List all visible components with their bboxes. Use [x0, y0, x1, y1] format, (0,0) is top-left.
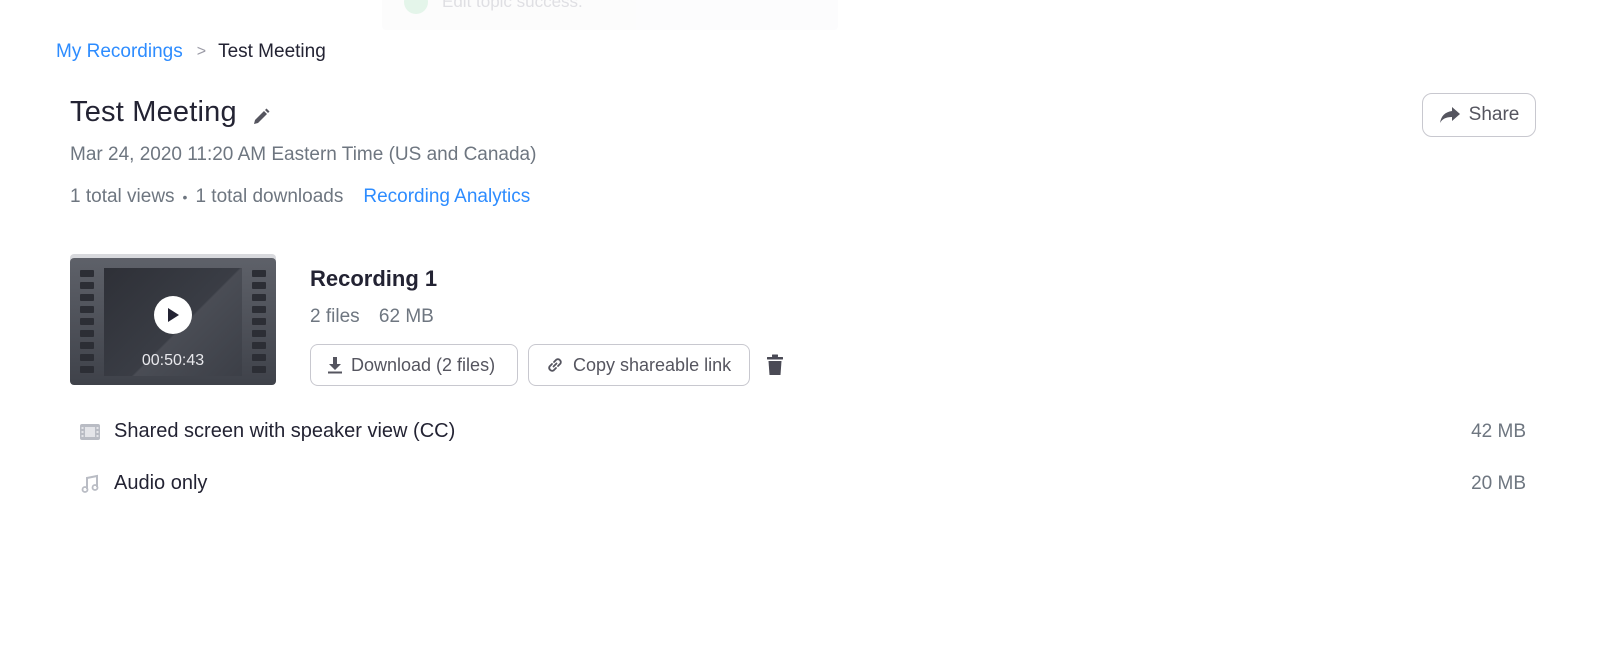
share-button-label: Share: [1468, 104, 1520, 125]
play-icon: [168, 308, 179, 322]
file-size: 20 MB: [1471, 472, 1526, 494]
meeting-title-row: Test Meeting: [70, 96, 271, 129]
breadcrumb-separator: >: [196, 43, 207, 60]
download-button[interactable]: Download (2 files): [310, 344, 518, 386]
recording-size: 62 MB: [378, 306, 434, 327]
video-file-icon: [80, 423, 100, 440]
pencil-edit-icon[interactable]: [251, 107, 271, 127]
music-note-icon: [80, 474, 100, 494]
stats-separator-dot: •: [182, 189, 188, 205]
breadcrumb-current: Test Meeting: [218, 41, 326, 62]
recording-meta: 2 files 62 MB: [310, 306, 434, 328]
file-row[interactable]: Audio only 20 MB: [80, 472, 1526, 495]
recording-analytics-link[interactable]: Recording Analytics: [363, 186, 530, 208]
play-button[interactable]: [154, 296, 192, 334]
success-toast: Edit topic success.: [382, 0, 838, 30]
recording-thumbnail[interactable]: 00:50:43: [70, 258, 276, 385]
breadcrumb: My Recordings > Test Meeting: [56, 41, 326, 63]
recording-title: Recording 1: [310, 266, 438, 291]
trash-icon[interactable]: [766, 354, 784, 381]
copy-link-button-label: Copy shareable link: [573, 354, 732, 375]
copy-shareable-link-button[interactable]: Copy shareable link: [528, 344, 750, 386]
file-row[interactable]: Shared screen with speaker view (CC) 42 …: [80, 420, 1526, 443]
downloads-count: 1 total downloads: [195, 186, 344, 207]
file-name[interactable]: Audio only: [114, 472, 1471, 495]
recording-files-count: 2 files: [310, 306, 360, 327]
views-count: 1 total views: [70, 186, 175, 207]
meeting-stats: 1 total views • 1 total downloads Record…: [70, 186, 530, 208]
share-arrow-icon: [1439, 107, 1460, 123]
toast-message: Edit topic success.: [442, 0, 583, 11]
file-size: 42 MB: [1471, 420, 1526, 442]
share-button[interactable]: Share: [1422, 93, 1536, 137]
download-icon: [328, 357, 342, 374]
meeting-datetime: Mar 24, 2020 11:20 AM Eastern Time (US a…: [70, 144, 537, 165]
recording-duration: 00:50:43: [141, 352, 205, 369]
download-button-label: Download (2 files): [351, 354, 496, 375]
file-name[interactable]: Shared screen with speaker view (CC): [114, 420, 1471, 443]
check-circle-icon: [404, 0, 428, 14]
breadcrumb-my-recordings-link[interactable]: My Recordings: [56, 41, 183, 63]
meeting-title: Test Meeting: [70, 96, 237, 128]
link-icon: [548, 358, 562, 372]
